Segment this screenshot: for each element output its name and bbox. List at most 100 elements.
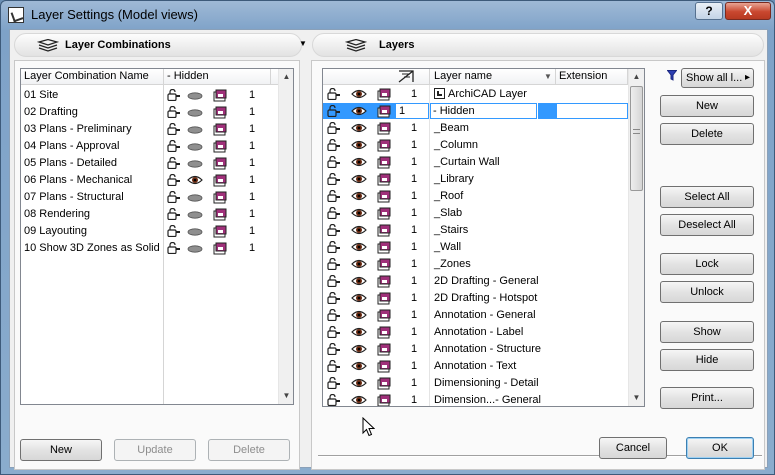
eye-icon[interactable] [351,394,367,406]
layer-mode-icon[interactable] [213,106,227,119]
close-button[interactable]: X [725,2,771,20]
title-bar[interactable]: Layer Settings (Model views) ? X [1,1,774,29]
layer-filter-dropdown[interactable]: Show all l... ▸ [681,68,754,88]
lock-icon[interactable] [327,257,341,271]
unlock-button[interactable]: Unlock [660,281,754,303]
layer-row[interactable]: 1 2D Drafting - Hotspot [323,290,644,307]
layer-row[interactable]: 1 Dimension...- General [323,392,644,406]
eye-icon[interactable] [351,173,367,185]
lock-icon[interactable] [167,224,181,238]
new-layer-button[interactable]: New [660,95,754,117]
layer-mode-icon[interactable] [377,122,391,135]
eye-icon[interactable] [351,139,367,151]
eye-icon[interactable] [187,174,203,186]
layer-mode-icon[interactable] [213,123,227,136]
lock-icon[interactable] [327,376,341,390]
lock-icon[interactable] [327,189,341,203]
combination-row[interactable]: 01 Site 1 [21,87,293,104]
lock-icon[interactable] [327,308,341,322]
eye-icon[interactable] [351,88,367,100]
layer-mode-icon[interactable] [377,292,391,305]
eye-icon[interactable] [351,224,367,236]
layer-row[interactable]: 1 Annotation - General [323,307,644,324]
layer-row[interactable]: 1 _Library [323,171,644,188]
lock-button[interactable]: Lock [660,253,754,275]
lock-icon[interactable] [167,207,181,221]
layer-row[interactable]: 1 _Stairs [323,222,644,239]
layer-mode-icon[interactable] [377,275,391,288]
layer-mode-icon[interactable] [213,140,227,153]
lock-icon[interactable] [167,173,181,187]
eye-icon[interactable] [351,156,367,168]
layer-mode-icon[interactable] [377,139,391,152]
combinations-scrollbar[interactable]: ▲ ▼ [278,69,293,404]
lock-icon[interactable] [167,190,181,204]
eye-icon[interactable] [351,122,367,134]
layer-mode-icon[interactable] [377,156,391,169]
layers-scroll-up-icon[interactable]: ▲ [629,69,644,85]
layer-mode-icon[interactable] [213,157,227,170]
combination-row[interactable]: 10 Show 3D Zones as Solid 1 [21,240,293,257]
eye-icon[interactable] [351,343,367,355]
layer-row[interactable]: 1 Annotation - Structure [323,341,644,358]
hidden-eye-icon[interactable] [187,242,203,254]
layer-mode-icon[interactable] [377,88,391,101]
lock-icon[interactable] [327,155,341,169]
layer-mode-icon[interactable] [377,224,391,237]
layer-mode-icon[interactable] [213,191,227,204]
lock-icon[interactable] [167,241,181,255]
hidden-eye-icon[interactable] [187,89,203,101]
layers-scroll-thumb[interactable] [630,86,643,191]
layer-mode-icon[interactable] [213,89,227,102]
layer-mode-icon[interactable] [377,394,391,406]
layer-row[interactable]: 1 ArchiCAD Layer [323,86,644,103]
combination-row[interactable]: 05 Plans - Detailed 1 [21,155,293,172]
layer-mode-icon[interactable] [377,190,391,203]
layer-mode-icon[interactable] [377,309,391,322]
layer-intersection-input[interactable]: 1 [399,105,405,117]
lock-icon[interactable] [327,138,341,152]
layer-row[interactable]: 1 _Slab [323,205,644,222]
cancel-button[interactable]: Cancel [599,437,667,459]
eye-icon[interactable] [351,360,367,372]
hidden-eye-icon[interactable] [187,123,203,135]
delete-combination-button[interactable]: Delete [208,439,290,461]
delete-layer-button[interactable]: Delete [660,123,754,145]
eye-icon[interactable] [351,275,367,287]
layer-row[interactable]: 1 _Roof [323,188,644,205]
scroll-up-icon[interactable]: ▲ [279,69,293,85]
lock-icon[interactable] [327,291,341,305]
layer-name-input[interactable]: - Hidden [433,105,475,117]
layer-row[interactable]: 1 _Curtain Wall [323,154,644,171]
layer-mode-icon[interactable] [377,173,391,186]
col-layer-name[interactable]: Layer name [434,70,492,82]
eye-icon[interactable] [351,309,367,321]
layer-row[interactable]: 1 Dimensioning - Detail [323,375,644,392]
combination-row[interactable]: 09 Layouting 1 [21,223,293,240]
hidden-eye-icon[interactable] [187,140,203,152]
layer-mode-icon[interactable] [213,208,227,221]
col-combination-name[interactable]: Layer Combination Name [24,70,149,82]
layers-scroll-down-icon[interactable]: ▼ [629,390,644,406]
print-button[interactable]: Print... [660,387,754,409]
lock-icon[interactable] [167,122,181,136]
eye-icon[interactable] [351,377,367,389]
lock-icon[interactable] [327,87,341,101]
lock-icon[interactable] [327,121,341,135]
lock-icon[interactable] [327,342,341,356]
lock-icon[interactable] [327,359,341,373]
lock-icon[interactable] [167,88,181,102]
column-toggle-icon[interactable] [397,70,415,83]
layer-combinations-header[interactable]: Layer Combinations [14,33,302,57]
combination-row[interactable]: 04 Plans - Approval 1 [21,138,293,155]
layer-mode-icon[interactable] [377,241,391,254]
sort-arrow-icon[interactable]: ▼ [544,72,552,81]
hide-button[interactable]: Hide [660,349,754,371]
hidden-eye-icon[interactable] [187,157,203,169]
eye-icon[interactable] [351,190,367,202]
lock-icon[interactable] [327,274,341,288]
hidden-eye-icon[interactable] [187,208,203,220]
combination-row[interactable]: 02 Drafting 1 [21,104,293,121]
layer-mode-icon[interactable] [213,242,227,255]
layer-mode-icon[interactable] [377,105,391,118]
